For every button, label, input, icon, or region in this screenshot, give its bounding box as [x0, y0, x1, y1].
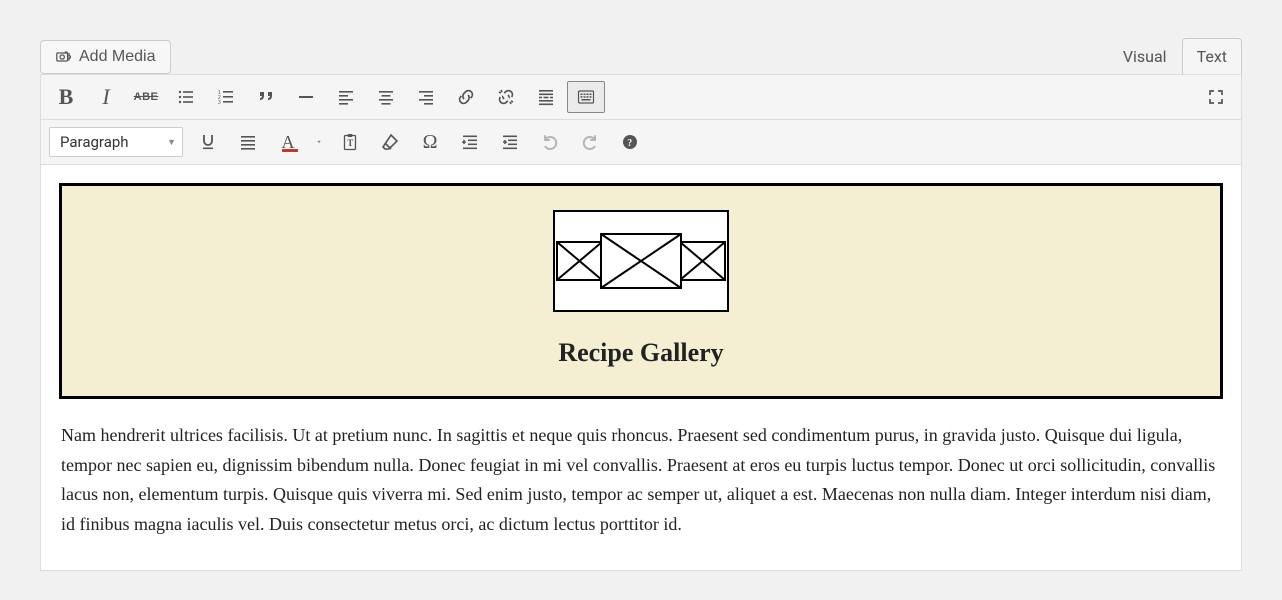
chevron-down-icon [316, 132, 322, 152]
text-color-swatch [282, 149, 298, 152]
eraser-icon [380, 132, 400, 152]
camera-icon [55, 48, 73, 66]
underline-button[interactable] [189, 126, 227, 158]
redo-button[interactable] [571, 126, 609, 158]
outdent-button[interactable] [451, 126, 489, 158]
align-right-button[interactable] [407, 81, 445, 113]
insert-link-button[interactable] [447, 81, 485, 113]
align-right-icon [416, 87, 436, 107]
help-icon: ? [620, 132, 640, 152]
undo-icon [540, 132, 560, 152]
redo-icon [580, 132, 600, 152]
link-icon [456, 87, 476, 107]
outdent-icon [460, 132, 480, 152]
hr-icon [296, 87, 316, 107]
quote-icon [256, 87, 276, 107]
text-color-button[interactable]: A [269, 126, 307, 158]
italic-button[interactable]: I [87, 81, 125, 113]
text-color-dropdown[interactable] [309, 126, 329, 158]
tab-visual[interactable]: Visual [1108, 38, 1182, 74]
clipboard-t-icon: T [340, 132, 360, 152]
undo-button[interactable] [531, 126, 569, 158]
svg-text:?: ? [627, 138, 632, 149]
format-select-value: Paragraph [60, 133, 129, 151]
blockquote-button[interactable] [247, 81, 285, 113]
fullscreen-icon [1206, 87, 1226, 107]
read-more-button[interactable] [527, 81, 565, 113]
unlink-button[interactable] [487, 81, 525, 113]
read-more-icon [536, 87, 556, 107]
align-left-icon [336, 87, 356, 107]
indent-button[interactable] [491, 126, 529, 158]
justify-icon [238, 132, 258, 152]
align-center-icon [376, 87, 396, 107]
gallery-block-title: Recipe Gallery [82, 338, 1200, 368]
numbered-list-icon: 1 2 3 [216, 87, 236, 107]
gallery-placeholder-image [553, 210, 729, 312]
recipe-gallery-block[interactable]: Recipe Gallery [59, 183, 1223, 399]
editor-content-area[interactable]: Recipe Gallery Nam hendrerit ultrices fa… [40, 164, 1242, 571]
paragraph-text[interactable]: Nam hendrerit ultrices facilisis. Ut at … [59, 421, 1223, 540]
fullscreen-button[interactable] [1197, 81, 1235, 113]
align-left-button[interactable] [327, 81, 365, 113]
keyboard-icon [576, 87, 596, 107]
horizontal-rule-button[interactable] [287, 81, 325, 113]
bold-button[interactable]: B [47, 81, 85, 113]
unlink-icon [496, 87, 516, 107]
numbered-list-button[interactable]: 1 2 3 [207, 81, 245, 113]
bullet-list-icon [176, 87, 196, 107]
indent-icon [500, 132, 520, 152]
align-justify-button[interactable] [229, 126, 267, 158]
editor-toolbar: B I ABE 1 2 3 [40, 74, 1242, 164]
special-char-button[interactable]: Ω [411, 126, 449, 158]
strikethrough-button[interactable]: ABE [127, 81, 165, 113]
tab-text[interactable]: Text [1182, 38, 1242, 74]
add-media-button[interactable]: Add Media [40, 40, 171, 74]
paste-as-text-button[interactable]: T [331, 126, 369, 158]
toolbar-toggle-button[interactable] [567, 81, 605, 113]
bullet-list-button[interactable] [167, 81, 205, 113]
help-button[interactable]: ? [611, 126, 649, 158]
svg-text:T: T [347, 138, 353, 148]
underline-icon [198, 132, 218, 152]
align-center-button[interactable] [367, 81, 405, 113]
add-media-label: Add Media [79, 48, 156, 66]
clear-formatting-button[interactable] [371, 126, 409, 158]
omega-icon: Ω [423, 131, 438, 154]
svg-text:3: 3 [218, 100, 221, 106]
editor-tabs: Visual Text [1108, 38, 1242, 74]
format-select[interactable]: Paragraph [49, 127, 183, 157]
